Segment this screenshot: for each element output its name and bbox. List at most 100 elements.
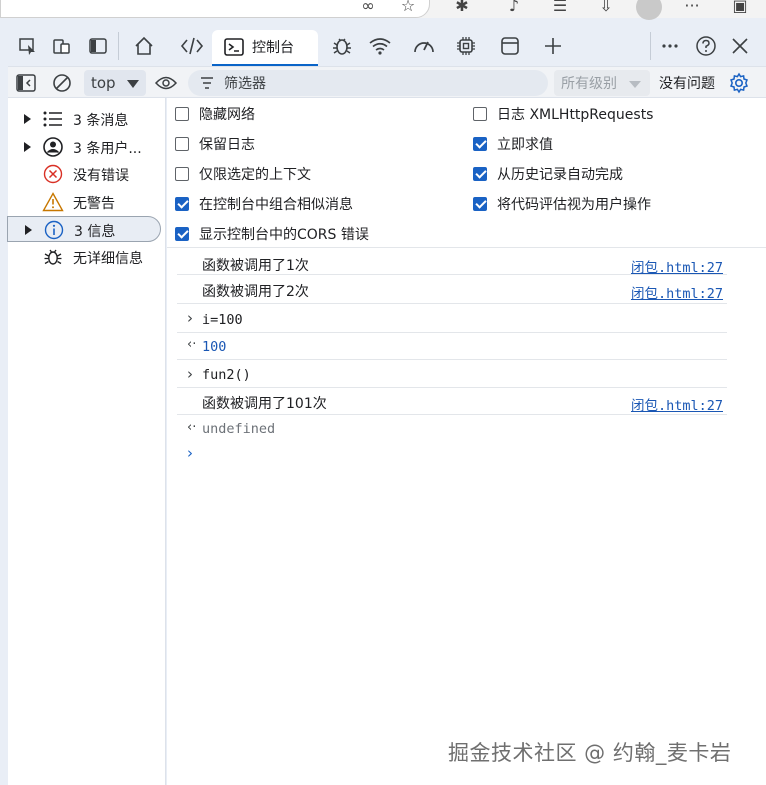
console-tab-icon (224, 38, 244, 56)
console-main: 隐藏网络 保留日志 仅限选定的上下文 在控制台中组合相似消息 显示控制台中的CO… (167, 98, 766, 785)
prompt-chevron-icon: › (187, 444, 193, 462)
option-label: 显示控制台中的CORS 错误 (199, 227, 369, 243)
memory-chip-icon[interactable] (454, 34, 478, 58)
option-user-gesture[interactable]: 将代码评估视为用户操作 (473, 193, 651, 215)
log-message-text: 函数被调用了2次 (202, 284, 309, 300)
read-aloud-icon[interactable]: ∞ (358, 0, 378, 16)
input-row[interactable]: › fun2() (177, 360, 727, 388)
option-label: 保留日志 (199, 137, 255, 153)
option-label: 日志 XMLHttpRequests (497, 107, 654, 123)
device-emulation-icon[interactable] (50, 34, 74, 58)
result-row: ‹· 100 (177, 333, 727, 360)
option-group-similar[interactable]: 在控制台中组合相似消息 (175, 193, 353, 215)
tab-console[interactable]: 控制台 (212, 30, 318, 66)
option-log-xhr[interactable]: 日志 XMLHttpRequests (473, 103, 653, 125)
welcome-home-icon[interactable] (132, 34, 156, 58)
checkbox-preserve-log[interactable] (175, 137, 189, 151)
source-link[interactable]: 闭包.html:27 (631, 256, 723, 276)
checkbox-user-gesture[interactable] (473, 197, 487, 211)
input-expression: i=100 (202, 312, 243, 328)
log-message-row: 函数被调用了2次 闭包.html:27 (177, 275, 727, 304)
expand-arrow-icon[interactable] (25, 225, 32, 235)
filter-input[interactable]: 筛选器 (188, 70, 548, 96)
error-circle-icon (42, 163, 64, 185)
more-tools-plus-icon[interactable] (541, 34, 565, 58)
option-show-cors-errors[interactable]: 显示控制台中的CORS 错误 (175, 223, 369, 245)
sidebar-item-label: 无详细信息 (73, 251, 143, 267)
log-message-text: 函数被调用了101次 (202, 396, 327, 412)
downloads-icon[interactable]: ⇩ (596, 0, 616, 16)
show-sidebar-icon[interactable] (14, 71, 38, 95)
option-label: 仅限选定的上下文 (199, 167, 311, 183)
sidebar-item-verbose[interactable]: 无详细信息 (8, 244, 166, 270)
chevron-down-icon (629, 81, 641, 88)
input-row[interactable]: › i=100 (177, 304, 727, 333)
log-levels-value: 所有级别 (561, 76, 617, 92)
bug-icon (42, 246, 64, 268)
expand-arrow-icon[interactable] (24, 114, 31, 124)
live-expression-eye-icon[interactable] (154, 71, 178, 95)
console-toolbar: top 筛选器 所有级别 没有问题 (8, 66, 766, 98)
console-prompt[interactable]: › (177, 444, 727, 466)
help-icon[interactable] (694, 34, 718, 58)
option-preserve-log[interactable]: 保留日志 (175, 133, 255, 155)
sidebar-item-warnings[interactable]: 无警告 (8, 189, 166, 215)
console-sidebar: 3 条消息 3 条用户... 没有错误 无警告 3 信息 无详细信息 (7, 98, 166, 785)
source-link[interactable]: 闭包.html:27 (631, 394, 723, 414)
console-settings-gear-icon[interactable] (727, 71, 751, 95)
log-message-row: 函数被调用了101次 闭包.html:27 (177, 388, 727, 415)
user-circle-icon (42, 136, 64, 158)
option-selected-context-only[interactable]: 仅限选定的上下文 (175, 163, 311, 185)
context-select[interactable]: top (84, 70, 146, 96)
browser-toolbar: ∞ ☆ ✱ ♪ ☰ ⇩ ··· ▣ (0, 0, 766, 20)
dock-panel-icon[interactable] (86, 34, 110, 58)
customize-more-icon[interactable] (658, 34, 682, 58)
clear-console-icon[interactable] (50, 71, 74, 95)
checkbox-autocomplete-history[interactable] (473, 167, 487, 181)
checkbox-selected-context[interactable] (175, 167, 189, 181)
input-expression-text: fun2() (202, 367, 251, 383)
sidebar-item-info[interactable]: 3 信息 (7, 216, 161, 242)
network-wifi-icon[interactable] (368, 34, 392, 58)
extensions-icon[interactable]: ✱ (452, 0, 472, 16)
sidebar-item-label: 3 条消息 (73, 113, 129, 129)
option-hide-network[interactable]: 隐藏网络 (175, 103, 255, 125)
input-chevron-icon: › (187, 365, 193, 383)
checkbox-hide-network[interactable] (175, 107, 189, 121)
media-icon[interactable]: ♪ (504, 0, 524, 16)
devtools-window: ∞ ☆ ✱ ♪ ☰ ⇩ ··· ▣ 控制台 top 筛选器 所有级别 没有问题 … (0, 0, 766, 785)
favorites-list-icon[interactable]: ☰ (550, 0, 570, 16)
checkbox-log-xhr[interactable] (473, 107, 487, 121)
inspect-element-icon[interactable] (16, 34, 40, 58)
option-eager-eval[interactable]: 立即求值 (473, 133, 553, 155)
expand-arrow-icon[interactable] (24, 142, 31, 152)
watermark-text: 掘金技术社区 @ 约翰_麦卡岩 (448, 741, 732, 765)
log-levels-select[interactable]: 所有级别 (554, 70, 650, 96)
sidebar-item-messages[interactable]: 3 条消息 (8, 106, 166, 132)
context-value: top (91, 74, 116, 92)
checkbox-cors-errors[interactable] (175, 227, 189, 241)
checkbox-eager-eval[interactable] (473, 137, 487, 151)
source-link[interactable]: 闭包.html:27 (631, 282, 723, 302)
sidebar-item-user-messages[interactable]: 3 条用户... (8, 134, 166, 160)
option-label: 隐藏网络 (199, 107, 255, 123)
elements-code-icon[interactable] (180, 34, 204, 58)
close-icon[interactable] (728, 34, 752, 58)
sidebar-item-label: 3 信息 (74, 224, 116, 240)
option-label: 在控制台中组合相似消息 (199, 197, 353, 213)
sources-bug-icon[interactable] (330, 34, 354, 58)
sidebar-item-errors[interactable]: 没有错误 (8, 161, 166, 187)
issues-counter[interactable]: 没有问题 (659, 73, 715, 93)
result-value: 100 (202, 339, 227, 355)
favorite-star-icon[interactable]: ☆ (398, 0, 418, 16)
option-label: 从历史记录自动完成 (497, 167, 623, 183)
result-value: undefined (202, 421, 276, 437)
profile-avatar[interactable] (636, 0, 662, 20)
application-window-icon[interactable] (498, 34, 522, 58)
checkbox-group-similar[interactable] (175, 197, 189, 211)
more-icon[interactable]: ··· (682, 0, 702, 16)
sidebar-toggle-icon[interactable]: ▣ (730, 0, 750, 16)
result-row: ‹· undefined (177, 415, 727, 443)
performance-gauge-icon[interactable] (412, 34, 436, 58)
option-autocomplete-history[interactable]: 从历史记录自动完成 (473, 163, 623, 185)
